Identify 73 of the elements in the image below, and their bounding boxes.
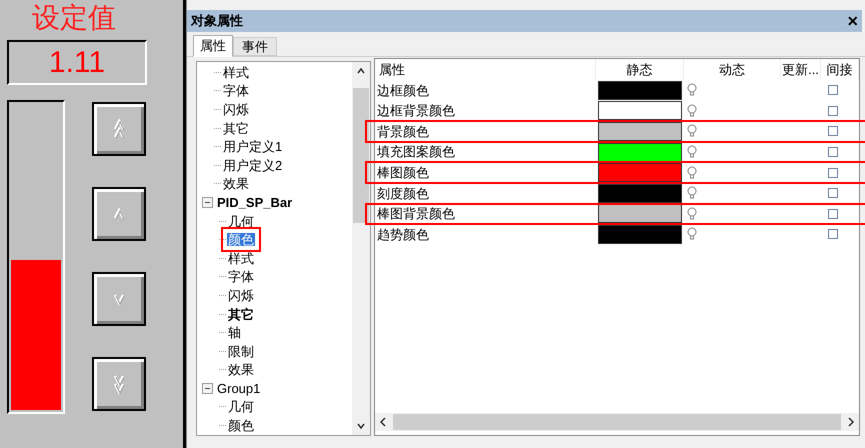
tree-item[interactable]: 几何 xyxy=(227,214,255,228)
tree-item[interactable]: Group1 xyxy=(216,382,262,395)
step-button[interactable] xyxy=(92,187,146,241)
tree-item[interactable]: 用户定义1 xyxy=(222,140,284,154)
lightbulb-icon[interactable] xyxy=(687,83,697,98)
setpoint-title: 设定值 xyxy=(32,2,116,36)
tree-item[interactable]: 限制 xyxy=(227,344,255,358)
color-swatch[interactable] xyxy=(598,163,682,182)
lightbulb-icon[interactable] xyxy=(687,145,697,160)
column-header[interactable]: 属性 xyxy=(375,59,596,80)
collapse-icon[interactable] xyxy=(202,382,213,394)
color-swatch[interactable] xyxy=(598,224,682,244)
color-swatch[interactable] xyxy=(598,80,682,100)
checkbox[interactable] xyxy=(828,106,838,116)
close-button[interactable]: × xyxy=(847,12,858,30)
checkbox[interactable] xyxy=(828,168,838,178)
tab[interactable]: 属性 xyxy=(193,35,233,57)
scrollbar-thumb[interactable] xyxy=(393,414,841,430)
tree-item[interactable]: 轴 xyxy=(227,326,242,340)
property-name: 趋势颜色 xyxy=(376,226,430,244)
window-title: 对象属性 xyxy=(191,12,243,30)
color-swatch[interactable] xyxy=(598,122,682,141)
property-name: 棒图背景颜色 xyxy=(376,205,456,224)
column-header[interactable]: 间接 xyxy=(821,59,859,80)
column-header[interactable]: 静态 xyxy=(596,59,684,80)
checkbox[interactable] xyxy=(828,85,838,96)
tree-item[interactable]: 颜色 xyxy=(227,419,255,432)
checkbox[interactable] xyxy=(828,229,838,240)
checkbox[interactable] xyxy=(828,147,838,158)
vertical-scrollbar[interactable] xyxy=(352,62,370,435)
tree-item[interactable]: 闪烁 xyxy=(227,288,255,302)
tree-item[interactable]: 样式 xyxy=(222,66,250,79)
collapse-icon[interactable] xyxy=(202,196,213,208)
tree-item[interactable]: 样式 xyxy=(227,252,255,265)
lightbulb-icon[interactable] xyxy=(687,227,697,242)
property-name: 边框颜色 xyxy=(376,82,430,100)
tree-item[interactable]: 用户定义2 xyxy=(222,158,284,172)
lightbulb-icon[interactable] xyxy=(687,206,697,221)
tab[interactable]: 事件 xyxy=(233,37,277,56)
lightbulb-icon[interactable] xyxy=(687,166,697,180)
tree-item[interactable]: PID_SP_Bar xyxy=(216,196,294,209)
tree-item[interactable]: 几何 xyxy=(227,400,255,414)
tree-item[interactable]: 其它 xyxy=(222,122,250,135)
step-button[interactable] xyxy=(92,102,146,156)
checkbox[interactable] xyxy=(828,188,838,198)
horizontal-scrollbar[interactable] xyxy=(375,413,859,431)
color-swatch[interactable] xyxy=(598,101,682,120)
lightbulb-icon[interactable] xyxy=(687,186,697,200)
tree-item[interactable]: 颜色 xyxy=(227,233,255,246)
color-swatch[interactable] xyxy=(598,184,682,203)
tree-item[interactable]: 效果 xyxy=(222,177,250,190)
tree-item[interactable]: 字体 xyxy=(222,84,250,98)
tree-item[interactable]: 字体 xyxy=(227,270,255,284)
color-swatch[interactable] xyxy=(598,142,682,162)
property-name: 棒图颜色 xyxy=(376,164,430,182)
tree-item[interactable]: 闪烁 xyxy=(222,102,250,116)
tree-item[interactable]: 其它 xyxy=(227,308,255,321)
lightbulb-icon[interactable] xyxy=(687,104,697,118)
value-display: 1.11 xyxy=(7,40,147,85)
property-name: 刻度颜色 xyxy=(376,184,430,203)
lightbulb-icon[interactable] xyxy=(687,124,697,138)
scrollbar-thumb[interactable] xyxy=(353,88,369,223)
color-swatch[interactable] xyxy=(598,204,682,224)
step-button[interactable] xyxy=(92,272,146,326)
property-name: 填充图案颜色 xyxy=(376,143,456,162)
checkbox[interactable] xyxy=(828,208,838,219)
checkbox[interactable] xyxy=(828,126,838,136)
step-button[interactable] xyxy=(92,357,146,411)
tree-item[interactable]: 效果 xyxy=(227,363,255,376)
column-header[interactable]: 更新... xyxy=(781,59,821,80)
column-header[interactable]: 动态 xyxy=(684,59,781,80)
property-name: 背景颜色 xyxy=(376,122,430,141)
property-name: 边框背景颜色 xyxy=(376,102,456,120)
